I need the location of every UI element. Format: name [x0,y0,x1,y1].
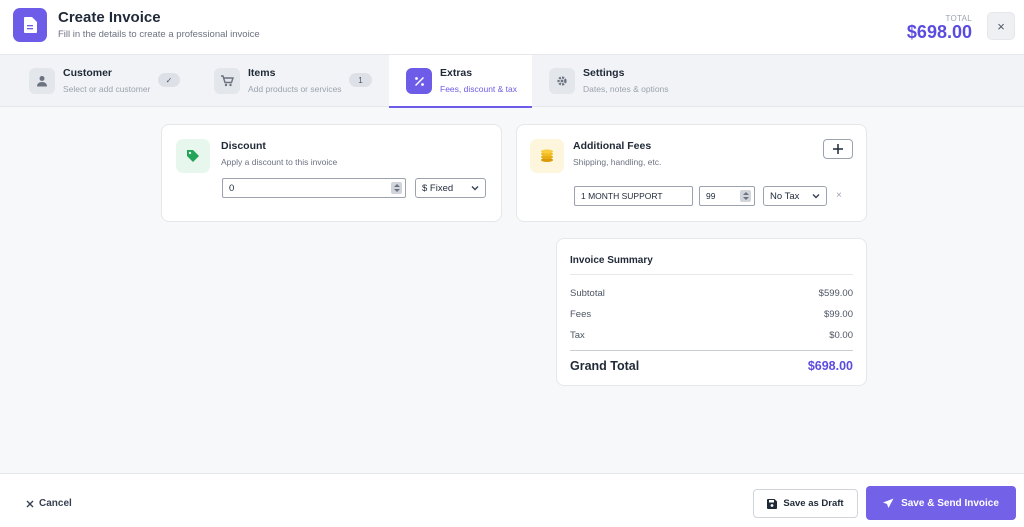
count-badge: 1 [349,73,372,87]
draft-label: Save as Draft [783,498,844,509]
row-value: $0.00 [829,330,853,341]
tab-extras[interactable]: Extras Fees, discount & tax [389,55,532,108]
plus-icon [833,144,843,154]
page-title: Create Invoice [58,9,161,26]
user-icon [29,68,55,94]
send-icon [883,498,894,508]
select-value: No Tax [770,190,800,202]
page-subtitle: Fill in the details to create a professi… [58,29,260,40]
row-label: Tax [570,330,585,341]
wizard-tabs: Customer Select or add customer ✓ Items … [0,54,1024,108]
coins-icon [530,139,564,173]
discount-title: Discount [221,140,266,152]
cancel-label: Cancel [39,498,72,509]
discount-amount-input[interactable]: 0 [222,178,406,198]
tab-label: Customer [63,67,113,79]
total-value: $698.00 [906,22,972,42]
send-label: Save & Send Invoice [901,497,999,509]
grand-total-value: $698.00 [807,359,853,373]
percent-icon [406,68,432,94]
tab-settings[interactable]: Settings Dates, notes & options [549,55,709,107]
fee-tax-select[interactable]: No Tax [763,186,827,206]
summary-row-tax: Tax $0.00 [570,330,853,341]
tab-desc: Select or add customer [63,84,151,94]
row-value: $599.00 [818,288,853,299]
cancel-button[interactable]: Cancel [26,498,72,509]
check-badge: ✓ [158,73,180,87]
summary-row-subtotal: Subtotal $599.00 [570,288,853,299]
row-label: Fees [570,309,592,320]
fees-card [516,124,867,222]
page-footer: Cancel Save as Draft Save & Send Invoice [0,473,1024,527]
summary-title: Invoice Summary [570,255,653,266]
select-value: $ Fixed [422,182,454,194]
save-send-button[interactable]: Save & Send Invoice [866,486,1016,520]
fee-name-input[interactable]: 1 MONTH SUPPORT [574,186,693,206]
tab-desc: Dates, notes & options [583,84,669,94]
close-button[interactable]: × [987,12,1015,40]
active-tab-indicator [389,106,532,108]
field-value: 1 MONTH SUPPORT [581,191,663,201]
tab-customer[interactable]: Customer Select or add customer ✓ [29,55,189,107]
grand-total-label: Grand Total [570,359,640,373]
chevron-down-icon [812,192,820,203]
save-draft-button[interactable]: Save as Draft [753,489,858,518]
tab-items[interactable]: Items Add products or services 1 [214,55,374,107]
tab-label: Extras [440,67,473,79]
row-value: $99.00 [823,309,853,320]
divider [570,274,853,275]
spinner-icon[interactable] [740,190,751,202]
tab-desc: Add products or services [248,84,342,94]
fee-amount-input[interactable]: 99 [699,186,755,206]
close-icon [26,500,34,507]
tag-icon [176,139,210,173]
discount-desc: Apply a discount to this invoice [221,157,338,167]
document-icon [13,8,47,42]
chevron-down-icon [471,184,479,195]
discount-type-select[interactable]: $ Fixed [415,178,486,198]
field-value: 0 [229,182,235,194]
cart-icon [214,68,240,94]
remove-fee-button[interactable]: × [836,190,842,201]
fees-desc: Shipping, handling, etc. [573,157,662,167]
row-label: Subtotal [570,288,605,299]
fees-title: Additional Fees [573,140,652,152]
summary-row-fees: Fees $99.00 [570,309,853,320]
save-icon [767,498,778,509]
tab-label: Items [248,67,276,79]
divider [570,350,853,351]
discount-card [161,124,502,222]
spinner-icon[interactable] [391,182,402,194]
page-header: Create Invoice Fill in the details to cr… [0,0,1024,54]
gear-icon [549,68,575,94]
field-value: 99 [706,191,716,201]
tab-label: Settings [583,67,625,79]
add-fee-button[interactable] [823,139,853,159]
tab-desc: Fees, discount & tax [440,84,518,94]
